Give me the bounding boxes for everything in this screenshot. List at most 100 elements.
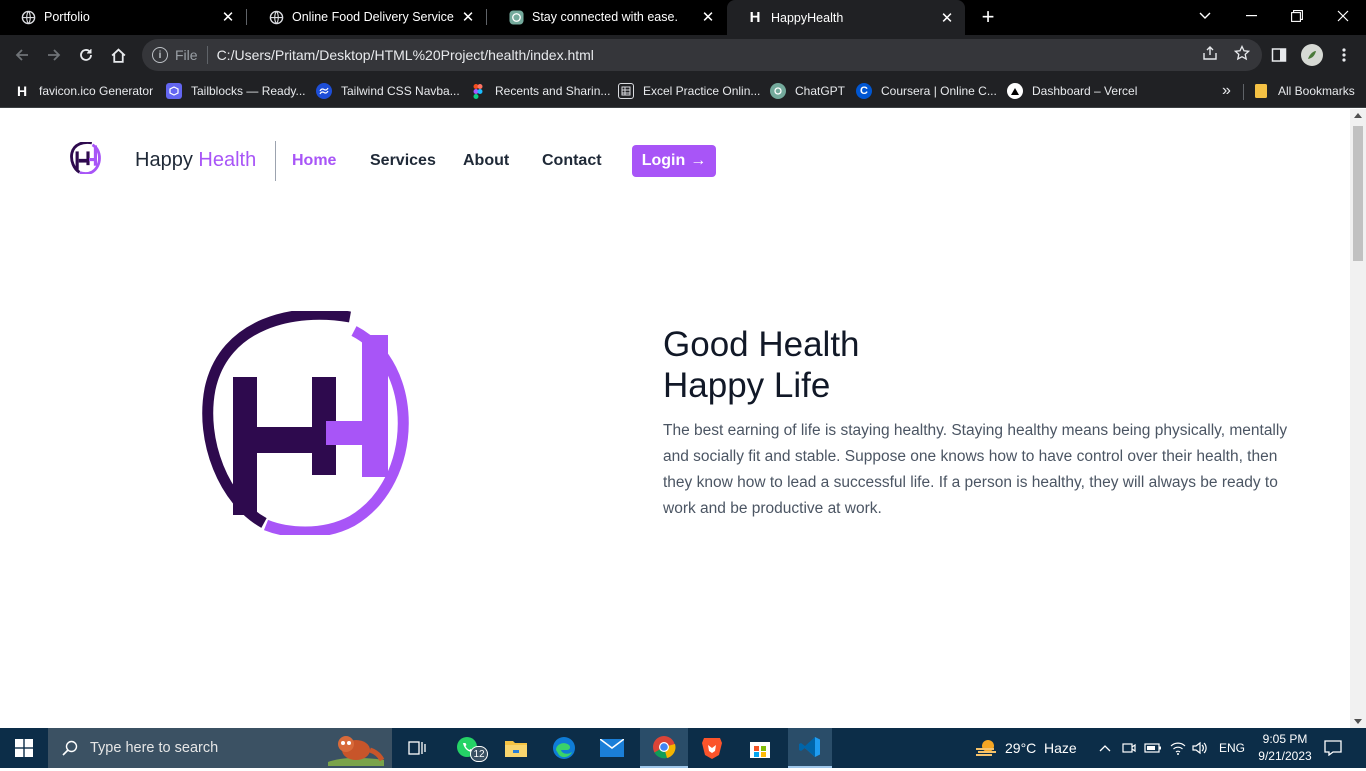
close-icon[interactable]: ✕ bbox=[220, 9, 236, 26]
clock-time[interactable]: 9:05 PM bbox=[1260, 732, 1310, 746]
start-button[interactable] bbox=[0, 728, 48, 768]
tab-food-delivery[interactable]: Online Food Delivery Service | W ✕ bbox=[248, 0, 486, 34]
share-icon[interactable] bbox=[1202, 45, 1218, 66]
arrow-right-icon: → bbox=[690, 152, 707, 169]
bookmarks-bar: H favicon.ico Generator Tailblocks — Rea… bbox=[0, 75, 1366, 108]
taskbar-search[interactable]: Type here to search bbox=[48, 728, 392, 768]
language-indicator[interactable]: ENG bbox=[1219, 741, 1245, 755]
meet-now-icon[interactable] bbox=[1120, 728, 1138, 768]
back-button[interactable] bbox=[8, 41, 36, 69]
web-page: Happy Health Home Services About Contact… bbox=[0, 109, 1350, 728]
all-bookmarks-button[interactable]: All Bookmarks bbox=[1253, 80, 1355, 102]
brave-browser-icon[interactable] bbox=[692, 728, 732, 768]
bookmark-chatgpt[interactable]: ChatGPT bbox=[770, 80, 845, 102]
bookmark-tailwind-navbar[interactable]: Tailwind CSS Navba... bbox=[316, 80, 460, 102]
tab-happyhealth[interactable]: H HappyHealth ✕ bbox=[727, 0, 965, 35]
mail-icon[interactable] bbox=[592, 728, 632, 768]
notifications-icon[interactable] bbox=[1320, 728, 1346, 768]
tab-separator bbox=[246, 9, 247, 25]
battery-icon[interactable] bbox=[1143, 728, 1163, 768]
weather-temperature[interactable]: 29°C bbox=[1005, 740, 1036, 756]
chatgpt-icon bbox=[770, 83, 786, 99]
tab-portfolio[interactable]: Portfolio ✕ bbox=[0, 0, 246, 34]
scroll-thumb[interactable] bbox=[1353, 126, 1363, 261]
microsoft-store-icon[interactable] bbox=[740, 728, 780, 768]
tailwind-icon bbox=[316, 83, 332, 99]
bookmark-favicon-generator[interactable]: H favicon.ico Generator bbox=[14, 80, 153, 102]
happyhealth-logo-small[interactable] bbox=[70, 141, 102, 175]
bookmarks-overflow-button[interactable]: » bbox=[1222, 80, 1231, 102]
new-tab-button[interactable]: + bbox=[976, 4, 1000, 29]
address-divider bbox=[206, 46, 208, 64]
bookmark-label: favicon.ico Generator bbox=[39, 84, 154, 98]
profile-avatar[interactable] bbox=[1298, 41, 1326, 69]
red-panda-illustration-icon bbox=[326, 730, 386, 771]
file-explorer-icon[interactable] bbox=[496, 728, 536, 768]
close-icon[interactable]: ✕ bbox=[700, 9, 716, 26]
close-window-button[interactable] bbox=[1320, 0, 1366, 32]
bookmark-label: Coursera | Online C... bbox=[881, 84, 997, 98]
forward-button[interactable] bbox=[40, 41, 68, 69]
menu-kebab-icon[interactable] bbox=[1330, 41, 1358, 69]
bookmark-figma-recents[interactable]: Recents and Sharin... bbox=[470, 80, 610, 102]
brand-name[interactable]: Happy Health bbox=[135, 149, 256, 172]
home-button[interactable] bbox=[104, 41, 132, 69]
weather-label[interactable]: Haze bbox=[1044, 740, 1077, 756]
chrome-app-icon[interactable] bbox=[640, 728, 688, 768]
weather-haze-icon[interactable] bbox=[972, 728, 1000, 768]
wifi-icon[interactable] bbox=[1168, 728, 1188, 768]
tab-separator bbox=[486, 9, 487, 25]
nav-contact[interactable]: Contact bbox=[542, 152, 602, 170]
edge-browser-icon[interactable] bbox=[544, 728, 584, 768]
whatsapp-app-icon[interactable]: 12 bbox=[448, 728, 488, 768]
search-icon bbox=[62, 740, 78, 756]
whatsapp-badge: 12 bbox=[470, 746, 488, 762]
login-button[interactable]: Login → bbox=[632, 145, 716, 177]
bookmark-vercel[interactable]: Dashboard – Vercel bbox=[1007, 80, 1137, 102]
nav-home[interactable]: Home bbox=[292, 152, 336, 170]
tab-stay-connected[interactable]: Stay connected with ease. ✕ bbox=[488, 0, 726, 34]
hero-title: Good Health Happy Life bbox=[663, 324, 860, 406]
browser-toolbar: i File C:/Users/Pritam/Desktop/HTML%20Pr… bbox=[0, 35, 1366, 75]
address-bar[interactable]: i File C:/Users/Pritam/Desktop/HTML%20Pr… bbox=[142, 39, 1262, 71]
bookmark-coursera[interactable]: C Coursera | Online C... bbox=[856, 80, 997, 102]
nav-about[interactable]: About bbox=[463, 152, 509, 170]
scroll-down-arrow-icon[interactable] bbox=[1354, 719, 1362, 724]
search-placeholder: Type here to search bbox=[90, 740, 219, 756]
globe-icon bbox=[20, 9, 36, 25]
bookmark-star-icon[interactable] bbox=[1233, 44, 1251, 66]
page-scrollbar[interactable] bbox=[1350, 109, 1366, 728]
minimize-button[interactable] bbox=[1228, 0, 1274, 32]
close-icon[interactable]: ✕ bbox=[939, 10, 955, 27]
brand-part-health: Health bbox=[198, 149, 257, 171]
scroll-up-arrow-icon[interactable] bbox=[1354, 113, 1362, 118]
close-icon[interactable]: ✕ bbox=[460, 9, 476, 26]
address-scheme-label: File bbox=[175, 47, 198, 63]
bookmarks-divider bbox=[1243, 84, 1244, 100]
vscode-app-icon[interactable] bbox=[788, 728, 832, 768]
bookmark-label: ChatGPT bbox=[795, 84, 846, 98]
nav-divider bbox=[275, 141, 276, 181]
coursera-icon: C bbox=[856, 83, 872, 99]
bookmark-label: All Bookmarks bbox=[1278, 84, 1355, 98]
clock-date[interactable]: 9/21/2023 bbox=[1254, 749, 1316, 763]
tab-search-chevron-icon[interactable] bbox=[1182, 0, 1228, 32]
restore-button[interactable] bbox=[1274, 0, 1320, 32]
address-url[interactable]: C:/Users/Pritam/Desktop/HTML%20Project/h… bbox=[217, 47, 594, 63]
h-icon: H bbox=[16, 83, 28, 99]
chatgpt-icon bbox=[508, 9, 524, 25]
bookmark-tailblocks[interactable]: Tailblocks — Ready... bbox=[166, 80, 306, 102]
info-icon[interactable]: i bbox=[152, 47, 168, 63]
hero-title-line1: Good Health bbox=[663, 325, 860, 364]
hero-title-line2: Happy Life bbox=[663, 366, 831, 405]
task-view-icon[interactable] bbox=[400, 728, 434, 768]
bookmark-excel-practice[interactable]: Excel Practice Onlin... bbox=[618, 80, 760, 102]
bookmark-label: Recents and Sharin... bbox=[495, 84, 611, 98]
brand-part-happy: Happy bbox=[135, 149, 193, 171]
nav-services[interactable]: Services bbox=[370, 152, 436, 170]
side-panel-icon[interactable] bbox=[1265, 41, 1293, 69]
tab-title: HappyHealth bbox=[771, 10, 844, 25]
reload-button[interactable] bbox=[72, 41, 100, 69]
tray-chevron-up-icon[interactable] bbox=[1096, 728, 1114, 768]
volume-icon[interactable] bbox=[1190, 728, 1210, 768]
